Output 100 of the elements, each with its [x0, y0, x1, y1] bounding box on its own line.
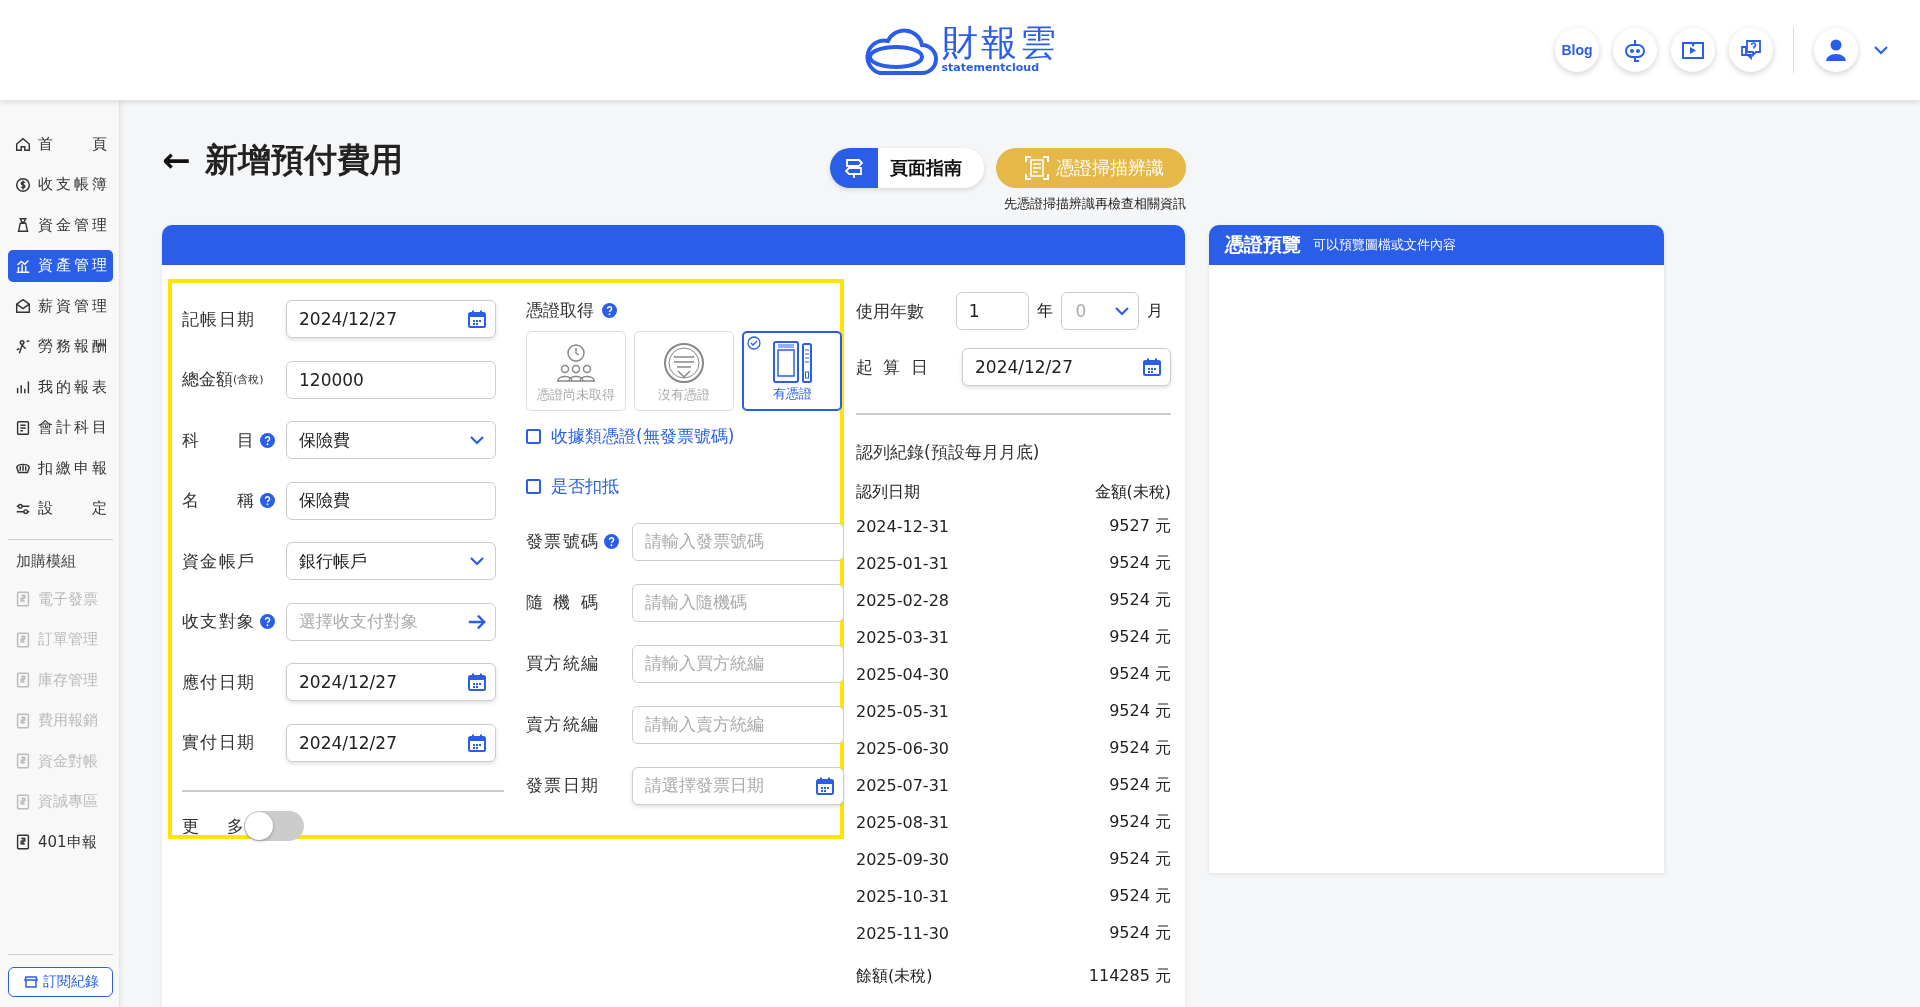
nav-item[interactable]: 首 頁 [8, 128, 113, 160]
document-icon [14, 833, 32, 851]
nav-item[interactable]: 扣繳申報 [8, 452, 113, 484]
table-cell: 9527 元 [1109, 516, 1171, 537]
panel-subtitle: 可以預覽圖檔或文件內容 [1313, 236, 1456, 254]
help-icon[interactable] [260, 432, 275, 448]
table-cell: 2025-09-30 [856, 850, 949, 869]
chat-question-icon [1738, 37, 1764, 63]
calendar-icon[interactable] [467, 732, 487, 753]
home-icon [14, 135, 32, 153]
blog-button[interactable]: Blog [1555, 28, 1599, 72]
table-cell: 2025-04-30 [856, 665, 949, 684]
avatar-button[interactable] [1814, 28, 1858, 72]
input-field[interactable]: 保險費 [286, 481, 496, 520]
column-header: 金額(未稅) [1094, 481, 1171, 503]
document-icon [14, 671, 32, 689]
table-cell: 2025-11-30 [856, 924, 949, 943]
years-input[interactable]: 1 [955, 292, 1029, 330]
date-field[interactable]: 2024/12/27 [286, 300, 496, 339]
more-toggle[interactable] [244, 811, 304, 841]
table-cell: 2025-01-31 [856, 554, 949, 573]
help-icon[interactable] [604, 534, 619, 549]
table-cell: 2025-03-31 [856, 628, 949, 647]
check-circle-icon [747, 336, 761, 350]
field-label: 總金額 [182, 368, 233, 392]
unit-label: 年 [1036, 300, 1053, 322]
page-title: 新增預付費用 [204, 138, 403, 181]
balance-amount: 114285 元 [1088, 966, 1171, 987]
signpost-icon [843, 157, 865, 179]
date-field[interactable]: 2024/12/27 [286, 663, 496, 702]
nav-item[interactable]: 收支帳簿 [8, 168, 113, 201]
date-field[interactable]: 2024/12/27 [962, 348, 1171, 386]
user-icon [1823, 37, 1849, 63]
select-field[interactable]: 保險費 [286, 421, 496, 460]
label-note: (含稅) [233, 372, 264, 388]
nav-item[interactable]: 資產管理 [8, 249, 113, 282]
field-label: 發票日期 [526, 774, 598, 797]
nav-item[interactable]: 薪資管理 [8, 290, 113, 322]
field-label: 應付日期 [182, 670, 254, 694]
voucher-option[interactable]: 有憑證 [742, 331, 842, 411]
table-cell: 2025-07-31 [856, 776, 949, 795]
calendar-icon[interactable] [467, 672, 487, 693]
select-field[interactable]: 銀行帳戶 [286, 542, 496, 581]
document-icon [14, 792, 32, 811]
document-icon [14, 590, 32, 608]
table-cell: 9524 元 [1109, 664, 1171, 685]
nav-item[interactable]: 資金管理 [8, 209, 113, 241]
nav-item[interactable]: 會計科目 [8, 411, 113, 444]
date-field[interactable]: 2024/12/27 [286, 723, 496, 762]
field-label: 賣方統編 [526, 713, 598, 736]
coin-icon [14, 175, 32, 194]
field-label: 記帳日期 [182, 307, 254, 331]
balance-label: 餘額(未稅) [856, 966, 933, 987]
subscription-button[interactable]: 訂閱紀錄 [8, 967, 113, 997]
checkbox[interactable]: 收據類憑證(無發票號碼) [526, 411, 844, 461]
field-label: 實付日期 [182, 731, 254, 755]
document-icon [14, 630, 32, 649]
table-cell: 9524 元 [1109, 627, 1171, 648]
table-cell: 9524 元 [1109, 812, 1171, 833]
calendar-icon[interactable] [1142, 357, 1162, 377]
table-cell: 9524 元 [1109, 553, 1171, 574]
table-cell: 2025-10-31 [856, 887, 949, 906]
page-guide-button[interactable]: 頁面指南 [830, 148, 984, 188]
field-label: 更 多 [182, 814, 244, 838]
ledger-icon [14, 418, 32, 437]
nav-item[interactable]: 我的報表 [8, 371, 113, 403]
envelope-icon [14, 297, 32, 315]
field-label: 資金帳戶 [182, 549, 254, 573]
calendar-icon[interactable] [815, 775, 835, 796]
nav-item[interactable]: 勞務報酬 [8, 330, 113, 363]
help-icon[interactable] [260, 493, 275, 509]
table-cell: 2025-06-30 [856, 739, 949, 758]
help-chat-button[interactable] [1729, 28, 1773, 72]
field-label: 隨 機 碼 [526, 591, 598, 614]
input-field[interactable]: 120000 [286, 360, 496, 399]
table-cell: 2025-08-31 [856, 813, 949, 832]
table-cell: 9524 元 [1109, 590, 1171, 611]
table-cell: 2024-12-31 [856, 517, 949, 536]
help-icon[interactable] [260, 614, 275, 630]
table-cell: 9524 元 [1109, 849, 1171, 870]
help-icon[interactable] [602, 302, 617, 318]
field-label: 發票號碼 [526, 530, 598, 553]
table-cell: 9524 元 [1109, 701, 1171, 722]
robot-button[interactable] [1613, 28, 1657, 72]
field-label: 收支對象 [182, 610, 254, 634]
table-cell: 9524 元 [1109, 775, 1171, 796]
back-button[interactable]: ← [162, 140, 191, 180]
table-cell: 9524 元 [1109, 886, 1171, 907]
nav-item[interactable]: 401申報 [8, 826, 113, 858]
calendar-icon[interactable] [467, 309, 487, 330]
nav-item[interactable]: 設 定 [8, 492, 113, 525]
checkbox[interactable]: 是否扣抵 [526, 461, 844, 511]
store-icon [22, 974, 39, 990]
video-guide-button[interactable] [1671, 28, 1715, 72]
field-label: 買方統編 [526, 652, 598, 675]
runner-icon [14, 337, 32, 356]
robot-icon [1622, 37, 1648, 63]
table-cell: 2025-05-31 [856, 702, 949, 721]
section-title: 認列紀錄(預設每月月底) [856, 441, 1041, 464]
panel-title: 憑證預覽 [1225, 232, 1301, 257]
